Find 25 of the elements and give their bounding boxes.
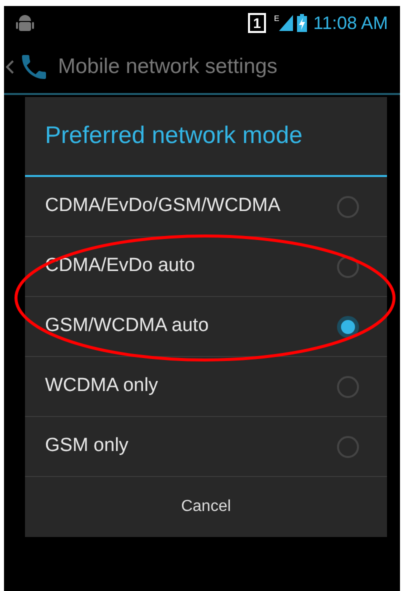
radio-button[interactable] <box>337 256 359 278</box>
battery-charging-icon <box>297 14 308 32</box>
back-chevron-icon[interactable] <box>6 60 14 74</box>
network-type-label: E <box>274 15 280 23</box>
radio-button[interactable] <box>337 436 359 458</box>
option-row[interactable]: CDMA/EvDo/GSM/WCDMA <box>25 177 387 237</box>
radio-button[interactable] <box>337 376 359 398</box>
option-label: WCDMA only <box>45 374 159 398</box>
sim-slot-indicator: 1 <box>248 13 266 33</box>
cancel-button[interactable]: Cancel <box>25 477 387 537</box>
option-row[interactable]: CDMA/EvDo auto <box>25 237 387 297</box>
option-label: CDMA/EvDo auto <box>45 254 196 278</box>
option-row[interactable]: GSM/WCDMA auto <box>25 297 387 357</box>
android-robot-icon <box>16 13 34 33</box>
option-row[interactable]: GSM only <box>25 417 387 477</box>
screen-title: Mobile network settings <box>58 54 278 80</box>
radio-button[interactable] <box>337 316 359 338</box>
radio-button[interactable] <box>337 196 359 218</box>
option-label: GSM only <box>45 434 130 458</box>
signal-icon <box>279 15 294 31</box>
option-label: CDMA/EvDo/GSM/WCDMA <box>45 194 282 218</box>
option-row[interactable]: WCDMA only <box>25 357 387 417</box>
dialog-title: Preferred network mode <box>45 121 302 151</box>
option-label: GSM/WCDMA auto <box>45 314 210 338</box>
clock: 11:08 AM <box>313 12 388 34</box>
